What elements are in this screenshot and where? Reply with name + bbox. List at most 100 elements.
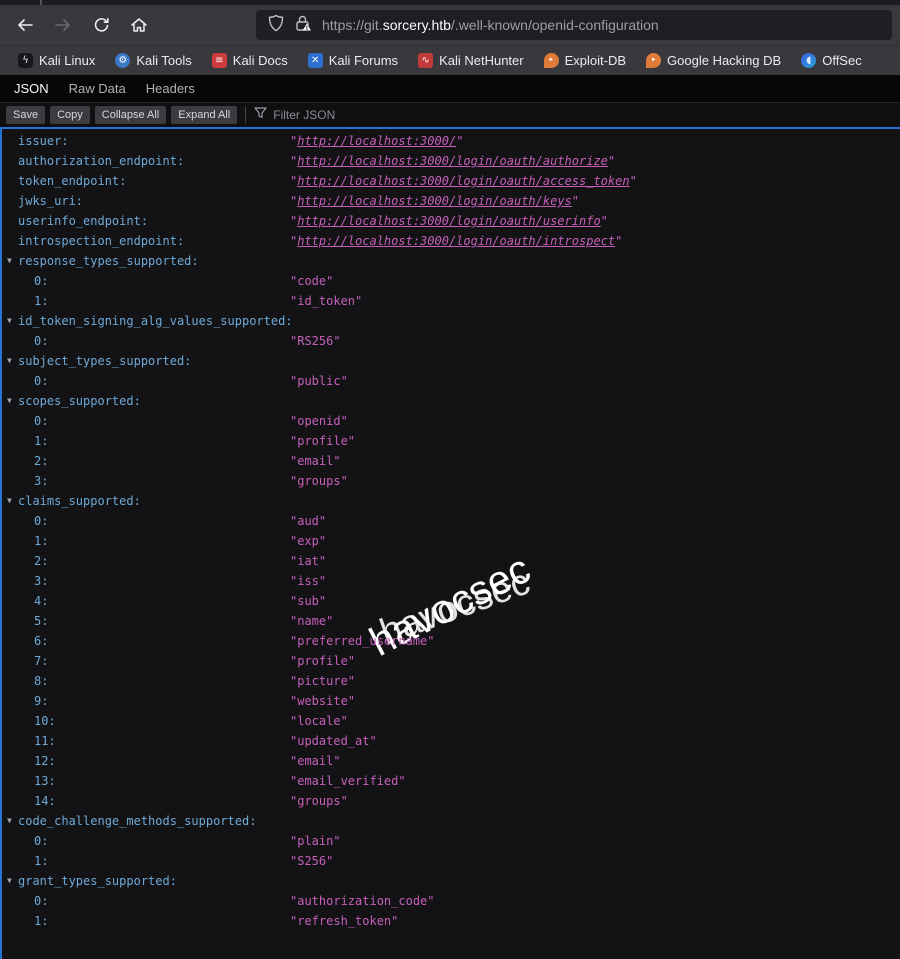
- url-text: https://git.sorcery.htb/.well-known/open…: [322, 17, 659, 33]
- json-value: "RS256": [290, 331, 341, 351]
- json-row: 1:"id_token": [2, 291, 900, 311]
- home-button[interactable]: [122, 10, 156, 40]
- expander-icon[interactable]: ▼: [7, 351, 12, 371]
- json-row: ▼grant_types_supported:: [2, 871, 900, 891]
- filter-json-input[interactable]: [273, 108, 473, 122]
- tab-json[interactable]: JSON: [4, 76, 59, 102]
- save-button[interactable]: Save: [6, 106, 45, 124]
- json-value: "http://localhost:3000/login/oauth/useri…: [290, 211, 608, 231]
- json-value: "groups": [290, 471, 348, 491]
- ghdb-bird-icon: ‣: [646, 53, 661, 68]
- reload-button[interactable]: [84, 10, 118, 40]
- json-row: 2:"email": [2, 451, 900, 471]
- json-value: "iat": [290, 551, 326, 571]
- json-value: "preferred_username": [290, 631, 435, 651]
- json-value: "aud": [290, 511, 326, 531]
- json-value: "plain": [290, 831, 341, 851]
- bookmark-exploit-db[interactable]: ‣Exploit-DB: [536, 51, 634, 70]
- expander-icon[interactable]: ▼: [7, 391, 12, 411]
- json-key: 5:: [2, 614, 48, 628]
- json-link[interactable]: http://localhost:3000/login/oauth/access…: [297, 174, 629, 188]
- bookmark-offsec[interactable]: ◖ OffSec: [793, 51, 870, 70]
- json-key: 3:: [2, 574, 48, 588]
- json-link[interactable]: http://localhost:3000/: [297, 134, 456, 148]
- json-value: "openid": [290, 411, 348, 431]
- kali-nethunter-icon: ∿: [418, 53, 433, 68]
- expander-icon[interactable]: ▼: [7, 311, 12, 331]
- json-key: 11:: [2, 734, 56, 748]
- json-key: 3:: [2, 474, 48, 488]
- json-key: 0:: [2, 274, 48, 288]
- jsonviewer-tabs: JSONRaw DataHeaders: [0, 75, 900, 103]
- json-row: 3: "iss": [2, 571, 900, 591]
- window-edge-notch: [40, 0, 42, 5]
- json-value: "website": [290, 691, 355, 711]
- json-key: 0:: [2, 514, 48, 528]
- json-value: "http://localhost:3000/login/oauth/intro…: [290, 231, 622, 251]
- json-row: 11: "updated_at": [2, 731, 900, 751]
- json-value: "exp": [290, 531, 326, 551]
- bookmark-label: OffSec: [822, 53, 862, 68]
- expander-icon[interactable]: ▼: [7, 871, 12, 891]
- json-value: "iss": [290, 571, 326, 591]
- json-row: 3: "groups": [2, 471, 900, 491]
- json-row: 4:"sub": [2, 591, 900, 611]
- json-link[interactable]: http://localhost:3000/login/oauth/keys: [297, 194, 572, 208]
- json-key: 2:: [2, 454, 48, 468]
- json-row: ▼claims_supported:: [2, 491, 900, 511]
- expand-all-button[interactable]: Expand All: [171, 106, 237, 124]
- json-value: "name": [290, 611, 333, 631]
- expander-icon[interactable]: ▼: [7, 251, 12, 271]
- forward-button[interactable]: [46, 10, 80, 40]
- offsec-globe-icon: ◖: [801, 53, 816, 68]
- json-row: 0: "plain": [2, 831, 900, 851]
- json-key: 7:: [2, 654, 48, 668]
- json-value: "sub": [290, 591, 326, 611]
- json-key: 13:: [2, 774, 56, 788]
- json-link[interactable]: http://localhost:3000/login/oauth/author…: [297, 154, 608, 168]
- collapse-all-button[interactable]: Collapse All: [95, 106, 166, 124]
- json-value: "email": [290, 751, 341, 771]
- json-row: 0: "aud": [2, 511, 900, 531]
- reload-icon: [93, 17, 110, 34]
- json-value: "profile": [290, 431, 355, 451]
- json-key: response_types_supported:: [2, 254, 199, 268]
- json-key: token_endpoint:: [2, 174, 126, 188]
- json-key: 10:: [2, 714, 56, 728]
- tab-headers[interactable]: Headers: [136, 76, 205, 102]
- json-value: "updated_at": [290, 731, 377, 751]
- expander-icon[interactable]: ▼: [7, 811, 12, 831]
- json-row: token_endpoint:"http://localhost:3000/lo…: [2, 171, 900, 191]
- bookmark-kali-nethunter[interactable]: ∿Kali NetHunter: [410, 51, 532, 70]
- address-bar[interactable]: https://git.sorcery.htb/.well-known/open…: [256, 10, 892, 40]
- tab-raw-data[interactable]: Raw Data: [59, 76, 136, 102]
- jsonviewer-toolbar: Save Copy Collapse All Expand All: [0, 103, 900, 127]
- json-row: ▼response_types_supported:: [2, 251, 900, 271]
- back-button[interactable]: [8, 10, 42, 40]
- bookmark-google-hacking-db[interactable]: ‣Google Hacking DB: [638, 51, 789, 70]
- json-link[interactable]: http://localhost:3000/login/oauth/userin…: [297, 214, 600, 228]
- bookmark-kali-tools[interactable]: ⚙Kali Tools: [107, 51, 199, 70]
- json-link[interactable]: http://localhost:3000/login/oauth/intros…: [297, 234, 615, 248]
- bookmark-kali-docs[interactable]: ≡Kali Docs: [204, 51, 296, 70]
- bookmark-kali-forums[interactable]: ✕Kali Forums: [300, 51, 406, 70]
- json-key: 1:: [2, 434, 48, 448]
- json-key: 9:: [2, 694, 48, 708]
- window-edge: [0, 0, 900, 5]
- json-key: claims_supported:: [2, 494, 141, 508]
- expander-icon[interactable]: ▼: [7, 491, 12, 511]
- home-icon: [130, 17, 148, 33]
- json-key: 0:: [2, 894, 48, 908]
- tracking-protection-shield-icon[interactable]: [268, 14, 284, 37]
- json-value: "code": [290, 271, 333, 291]
- bookmark-kali-linux[interactable]: ϟKali Linux: [10, 51, 103, 70]
- json-value: "picture": [290, 671, 355, 691]
- json-row: 0:"public": [2, 371, 900, 391]
- json-key: 0:: [2, 834, 48, 848]
- lock-warning-icon[interactable]: [294, 14, 312, 37]
- json-value: "http://localhost:3000/login/oauth/keys": [290, 191, 579, 211]
- toolbar-divider: [245, 107, 246, 123]
- json-row: 1:"S256": [2, 851, 900, 871]
- json-row: ▼id_token_signing_alg_values_supported:: [2, 311, 900, 331]
- copy-button[interactable]: Copy: [50, 106, 90, 124]
